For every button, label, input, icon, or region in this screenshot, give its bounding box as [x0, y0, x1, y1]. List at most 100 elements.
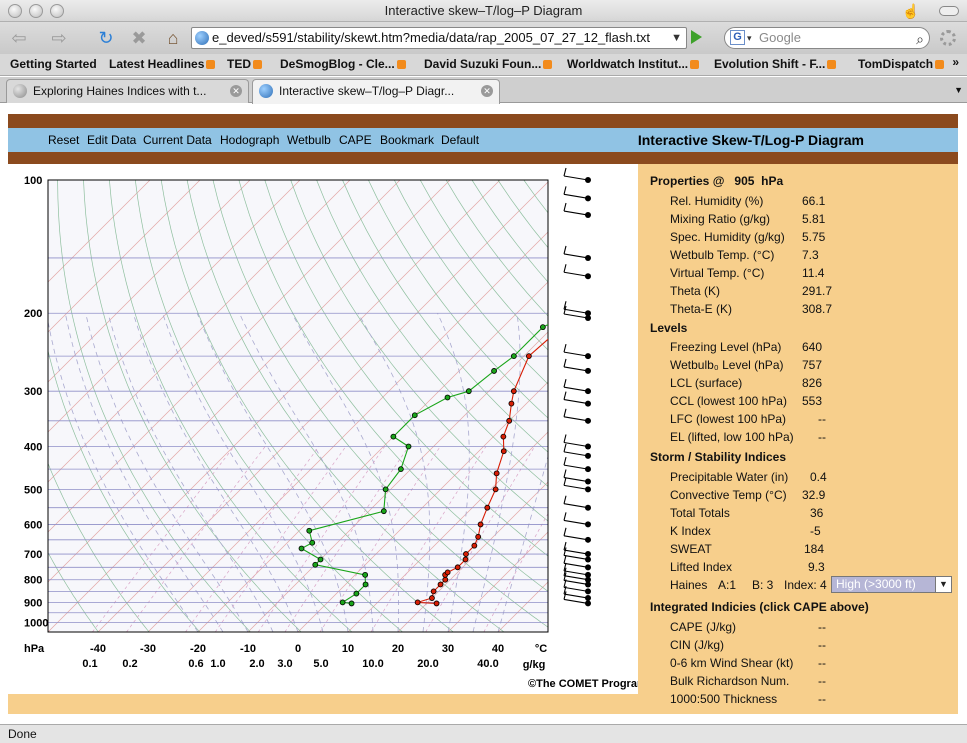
wind-barb-point	[585, 536, 591, 543]
mixing-ratio-tick-label: 2.0	[249, 658, 264, 670]
bookmarks-toolbar: Getting Started Latest Headlines TED DeS…	[0, 54, 967, 76]
wind-barb-point	[585, 388, 591, 395]
bottom-band	[8, 694, 638, 714]
wind-barb-point	[585, 556, 591, 563]
reload-icon[interactable]: ↻	[93, 26, 119, 50]
sounding-point	[506, 417, 513, 424]
sounding-point	[362, 571, 369, 578]
sounding-point	[382, 486, 389, 493]
menu-default[interactable]: Default	[441, 133, 479, 147]
skewt-chart[interactable]: 1002003004005006007008009001000hPa -40 -30…	[8, 164, 638, 694]
pressure-tick-label: 200	[24, 308, 42, 320]
zoom-window-button[interactable]	[50, 4, 64, 18]
navigation-toolbar: ⇦ ⇨ ↻ ✖ ⌂ e_deved/s591/stability/skewt.h…	[0, 22, 967, 54]
search-engine-dropdown-icon[interactable]: ▾	[747, 28, 752, 48]
temperature-tick-label: 40	[492, 643, 504, 655]
url-dropdown-icon[interactable]: ▼	[671, 28, 682, 48]
wind-barb-point	[585, 595, 591, 602]
storm-k-value: -5	[810, 524, 821, 538]
sounding-point	[465, 388, 472, 395]
menu-bookmark[interactable]: Bookmark	[380, 133, 434, 147]
menu-cape[interactable]: CAPE	[339, 133, 372, 147]
skewt-plot-panel[interactable]: 100 200 300 400 500 600 700 800 900 1000 hPa -40 -30…	[8, 164, 638, 694]
bookmarks-overflow-button[interactable]: »	[952, 55, 959, 69]
wind-barb	[563, 386, 589, 392]
menu-edit-data[interactable]: Edit Data	[87, 133, 136, 147]
search-icon[interactable]: ⌕	[916, 29, 924, 49]
bookmark-evolution-shift[interactable]: Evolution Shift - F...	[714, 57, 837, 71]
sounding-point	[615, 220, 620, 225]
bookmark-getting-started[interactable]: Getting Started	[10, 57, 97, 71]
wind-barb-point	[585, 521, 591, 528]
mixing-ratio-tick-label: 0.6	[188, 658, 203, 670]
sounding-point	[309, 539, 316, 546]
tab-label: Exploring Haines Indices with t...	[33, 84, 207, 98]
haines-elevation-select[interactable]: High (>3000 ft) ▼	[831, 576, 952, 593]
menu-reset[interactable]: Reset	[48, 133, 79, 147]
mixing-ratio-tick-label: 1.0	[210, 658, 225, 670]
minimize-window-button[interactable]	[29, 4, 43, 18]
level-lfc-value: --	[818, 412, 826, 426]
indices-panel: Properties @ 905 hPa Rel. Humidity (%) 6…	[638, 164, 958, 714]
status-text: Done	[8, 727, 37, 741]
wind-barb-point	[585, 478, 591, 485]
forward-arrow-icon[interactable]: ⇨	[46, 26, 72, 50]
bookmark-worldwatch[interactable]: Worldwatch Institut...	[567, 57, 700, 71]
temperature-tick-label: -30	[140, 643, 156, 655]
sounding-point	[339, 599, 346, 606]
tab-exploring-haines[interactable]: Exploring Haines Indices with t... ✕	[6, 79, 249, 103]
wind-barb	[563, 519, 589, 525]
sounding-point	[414, 599, 421, 606]
url-bar[interactable]: e_deved/s591/stability/skewt.htm?media/d…	[191, 27, 687, 49]
level-el-value: --	[818, 430, 826, 444]
temperature-tick-label: -40	[90, 643, 106, 655]
wind-barb	[563, 570, 589, 576]
google-icon[interactable]: G	[730, 30, 745, 45]
copyright: ©The COMET Program	[528, 678, 638, 690]
wind-barb	[563, 193, 589, 199]
tab-list-icon[interactable]: ▼	[954, 85, 963, 95]
bookmark-desmogblog[interactable]: DeSmogBlog - Cle...	[280, 57, 406, 71]
close-tab-icon[interactable]: ✕	[230, 85, 242, 97]
wind-barb-point	[585, 273, 591, 280]
close-tab-icon[interactable]: ✕	[481, 85, 493, 97]
bookmark-latest-headlines[interactable]: Latest Headlines	[109, 57, 216, 71]
sounding-point	[597, 268, 602, 273]
back-arrow-icon[interactable]: ⇦	[6, 26, 32, 50]
wind-barb-point	[585, 417, 591, 424]
tab-skewt[interactable]: Interactive skew–T/log–P Diagr... ✕	[252, 79, 500, 104]
menu-wetbulb[interactable]: Wetbulb	[287, 133, 331, 147]
menu-current-data[interactable]: Current Data	[143, 133, 212, 147]
tab-bar: Exploring Haines Indices with t... ✕ Int…	[0, 77, 967, 104]
pressure-tick-label: 300	[24, 386, 42, 398]
close-window-button[interactable]	[8, 4, 22, 18]
toolbar-toggle-button[interactable]	[939, 6, 959, 16]
sounding-point	[306, 527, 313, 534]
wind-barb	[563, 313, 589, 319]
int-cin-label: CIN (J/kg)	[670, 638, 724, 652]
chevron-down-icon[interactable]: ▼	[935, 577, 951, 592]
wind-barb-flag	[563, 495, 567, 504]
wind-barb-point	[585, 581, 591, 588]
sounding-point	[444, 394, 451, 401]
home-icon[interactable]: ⌂	[160, 26, 186, 50]
int-cin-value: --	[818, 638, 826, 652]
int-cape-label: CAPE (J/kg)	[670, 620, 737, 634]
wind-barb	[563, 503, 589, 509]
bookmark-ted[interactable]: TED	[227, 57, 262, 71]
storm-tt-value: 36	[810, 506, 824, 520]
go-icon[interactable]	[691, 30, 702, 44]
level-freezing-label: Freezing Level (hPa)	[670, 340, 782, 354]
bookmark-david-suzuki[interactable]: David Suzuki Foun...	[424, 57, 553, 71]
sounding-point	[442, 576, 449, 583]
sounding-point	[429, 595, 435, 601]
wind-barb-point	[585, 177, 591, 183]
level-ccl-value: 553	[802, 394, 823, 408]
storm-sweat-label: SWEAT	[670, 542, 712, 556]
stop-icon[interactable]: ✖	[126, 26, 152, 50]
menu-hodograph[interactable]: Hodograph	[220, 133, 279, 147]
search-input[interactable]: G ▾ Google ⌕	[724, 27, 930, 49]
sounding-point	[493, 470, 500, 477]
bookmark-tomdispatch[interactable]: TomDispatch	[858, 57, 945, 71]
mixing-ratio-tick-label: 0.1	[82, 658, 97, 670]
